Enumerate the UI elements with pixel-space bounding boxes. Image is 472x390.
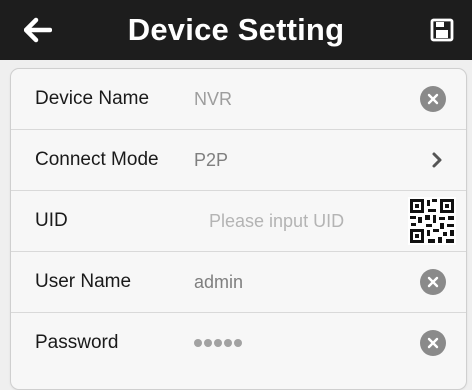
password-label: Password	[35, 332, 119, 353]
clear-icon	[427, 93, 439, 105]
user-name-row: User Name admin	[11, 252, 466, 313]
device-setting-form: Device Name NVR Connect Mode P2P UID Ple…	[10, 68, 467, 390]
chevron-right-icon[interactable]	[430, 150, 444, 170]
password-mask	[194, 339, 242, 347]
uid-row: UID Please input UID	[11, 191, 466, 252]
clear-icon	[427, 276, 439, 288]
clear-password-button[interactable]	[420, 330, 446, 356]
user-name-input[interactable]: admin	[194, 272, 243, 293]
save-button[interactable]	[424, 12, 460, 48]
device-name-row: Device Name NVR	[11, 69, 466, 130]
qr-code-icon[interactable]	[408, 197, 456, 245]
clear-icon	[427, 337, 439, 349]
password-row: Password •••••	[11, 313, 466, 373]
floppy-disk-icon	[430, 18, 454, 42]
user-name-label: User Name	[35, 271, 132, 292]
page-title: Device Setting	[127, 12, 345, 47]
device-name-input[interactable]: NVR	[194, 89, 232, 110]
connect-mode-row[interactable]: Connect Mode P2P	[11, 130, 466, 191]
arrow-left-icon	[24, 17, 52, 43]
connect-mode-value: P2P	[194, 149, 229, 170]
device-name-label: Device Name	[35, 88, 150, 109]
uid-input[interactable]: Please input UID	[209, 211, 344, 232]
clear-device-name-button[interactable]	[420, 86, 446, 112]
back-button[interactable]	[18, 10, 58, 50]
uid-label: UID	[35, 210, 68, 231]
top-navigation-bar: Device Setting	[0, 0, 472, 60]
connect-mode-label: Connect Mode	[35, 149, 159, 170]
clear-user-name-button[interactable]	[420, 269, 446, 295]
